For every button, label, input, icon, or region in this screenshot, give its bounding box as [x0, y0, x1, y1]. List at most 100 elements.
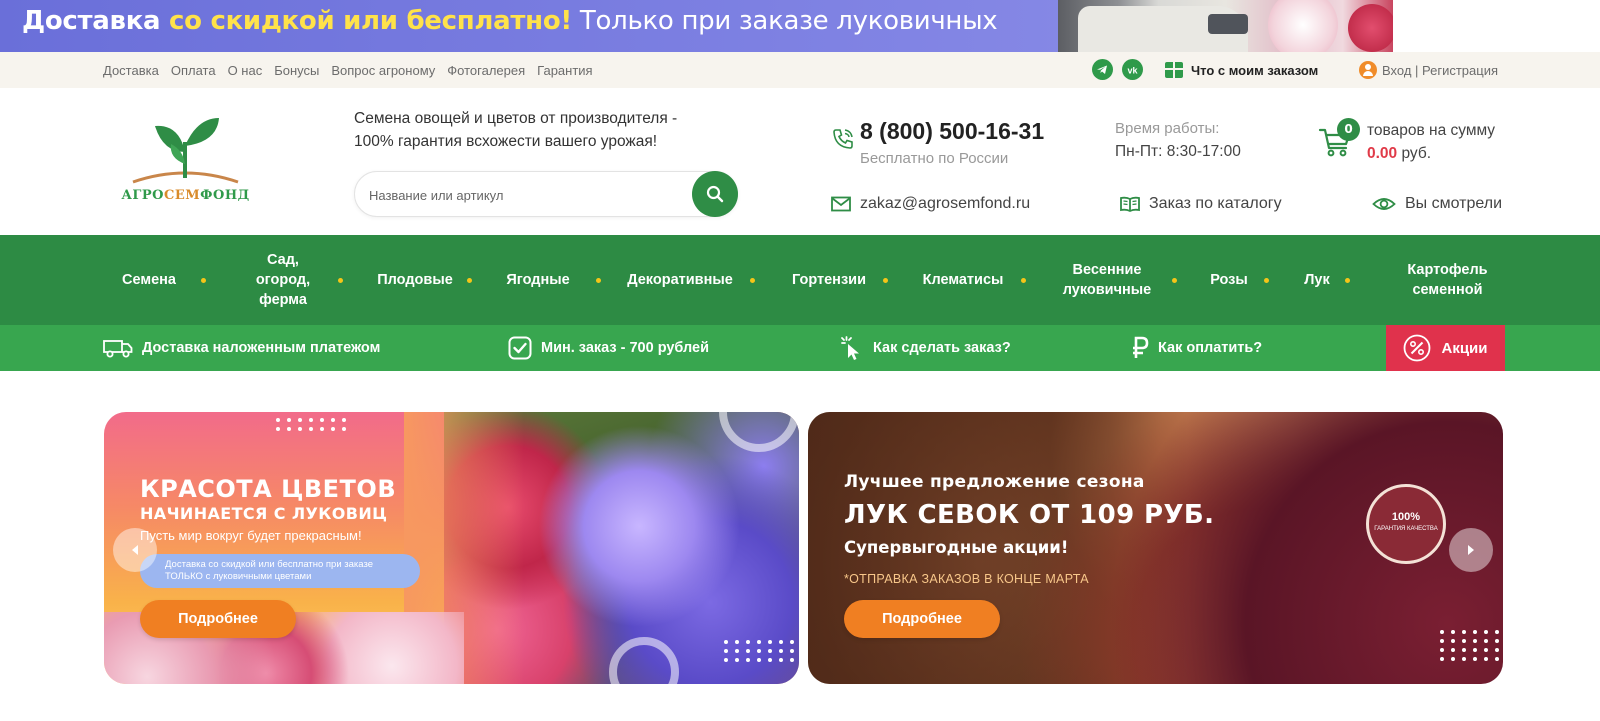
login-link[interactable]: Вход | Регистрация — [1359, 52, 1498, 88]
cart-label[interactable]: товаров на сумму — [1367, 122, 1495, 140]
top-link-payment[interactable]: Оплата — [171, 63, 216, 78]
cart-sum[interactable]: 0.00 руб. — [1367, 145, 1431, 163]
top-bar: Доставка Оплата О нас Бонусы Вопрос агро… — [0, 52, 1600, 88]
nav-dot — [883, 278, 888, 283]
badge-text: ГАРАНТИЯ КАЧЕСТВА — [1374, 526, 1438, 532]
promotions-label: Акции — [1441, 339, 1488, 357]
promo-highlight: со скидкой или бесплатно! — [169, 6, 572, 36]
vk-icon[interactable]: vk — [1122, 59, 1143, 80]
how-to-order-link[interactable]: Как сделать заказ? — [838, 325, 1011, 371]
banner-flowers[interactable]: КРАСОТА ЦВЕТОВ НАЧИНАЕТСЯ С ЛУКОВИЦ Пуст… — [104, 412, 799, 684]
more-button[interactable]: Подробнее — [844, 600, 1000, 638]
nav-item-hydrangeas[interactable]: Гортензии — [783, 235, 875, 325]
tagline-line1: Семена овощей и цветов от производителя … — [354, 110, 678, 127]
sprout-icon — [132, 118, 239, 184]
top-links: Доставка Оплата О нас Бонусы Вопрос агро… — [103, 52, 593, 88]
delivery-label: Доставка наложенным платежом — [142, 340, 381, 356]
nav-dot — [1264, 278, 1269, 283]
hours-value: Пн-Пт: 8:30-17:00 — [1115, 143, 1241, 160]
top-link-guarantee[interactable]: Гарантия — [537, 63, 592, 78]
login-label: Вход | Регистрация — [1382, 62, 1499, 78]
cart-count-badge: 0 — [1337, 118, 1360, 141]
nav-dot — [1021, 278, 1026, 283]
logo-part2: СЕМ — [164, 188, 201, 203]
order-status-link[interactable]: Что с моим заказом — [1165, 52, 1318, 88]
decor-dots — [724, 640, 796, 662]
catalog-order-link[interactable]: Заказ по каталогу — [1120, 192, 1282, 216]
promo-part2: Только при заказе луковичных — [571, 6, 998, 36]
email-link[interactable]: zakaz@agrosemfond.ru — [831, 192, 1030, 216]
arrow-right-icon — [1468, 545, 1474, 555]
delivery-info[interactable]: Доставка наложенным платежом — [103, 325, 380, 371]
promo-part1: Доставка — [22, 6, 170, 36]
top-link-bonuses[interactable]: Бонусы — [274, 63, 319, 78]
cursor-click-icon — [841, 336, 859, 360]
nav-dot — [596, 278, 601, 283]
search-box — [354, 171, 738, 217]
search-input[interactable] — [369, 184, 669, 206]
top-link-delivery[interactable]: Доставка — [103, 63, 159, 78]
nav-item-garden[interactable]: Сад, огород, ферма — [243, 235, 323, 325]
search-icon — [706, 185, 724, 203]
top-link-about[interactable]: О нас — [228, 63, 263, 78]
viewed-label: Вы смотрели — [1405, 195, 1503, 212]
nav-item-berries[interactable]: Ягодные — [498, 235, 578, 325]
pill-line1: Доставка со скидкой или бесплатно при за… — [165, 559, 373, 570]
nav-item-clematis[interactable]: Клематисы — [913, 235, 1013, 325]
more-button[interactable]: Подробнее — [140, 600, 296, 638]
telegram-icon[interactable] — [1092, 59, 1113, 80]
promo-photo — [1058, 0, 1393, 52]
nav-dot — [1345, 278, 1350, 283]
viewed-link[interactable]: Вы смотрели — [1372, 192, 1502, 216]
truck-icon — [103, 340, 133, 358]
book-icon — [1120, 196, 1140, 212]
min-order-label: Мин. заказ - 700 рублей — [541, 340, 710, 356]
badge-percent: 100% — [1391, 511, 1421, 523]
slider-next-button[interactable] — [1449, 528, 1493, 572]
hours-label: Время работы: — [1115, 120, 1220, 137]
nav-item-seeds[interactable]: Семена — [113, 235, 185, 325]
catalog-order-label: Заказ по каталогу — [1149, 195, 1282, 212]
user-icon — [1359, 61, 1377, 79]
arrow-left-icon — [132, 545, 138, 555]
slider-prev-button[interactable] — [113, 528, 157, 572]
nav-item-decorative[interactable]: Декоративные — [621, 235, 739, 325]
banner-desc: Пусть мир вокруг будет прекрасным! — [140, 528, 362, 543]
nav-dot — [338, 278, 343, 283]
top-link-agronomist[interactable]: Вопрос агроному — [331, 63, 435, 78]
how-to-order-label: Как сделать заказ? — [873, 340, 1011, 356]
pill-line2: ТОЛЬКО с луковичными цветами — [165, 571, 312, 582]
banner-note: *ОТПРАВКА ЗАКАЗОВ В КОНЦЕ МАРТА — [844, 572, 1089, 586]
nav-dot — [750, 278, 755, 283]
banner-title: КРАСОТА ЦВЕТОВ — [140, 475, 397, 503]
mail-icon — [831, 196, 851, 212]
promo-banner[interactable]: Доставка со скидкой или бесплатно! Тольк… — [0, 0, 1393, 52]
logo-text: АГРОСЕМФОНД — [113, 188, 258, 203]
main-nav: Семена Сад, огород, ферма Плодовые Ягодн… — [0, 235, 1600, 325]
nav-item-onion[interactable]: Лук — [1290, 235, 1344, 325]
banner-pill: Доставка со скидкой или бесплатно при за… — [140, 554, 420, 588]
phone-number[interactable]: 8 (800) 500-16-31 — [860, 118, 1044, 145]
nav-item-spring-bulbs[interactable]: Весенние луковичные — [1050, 235, 1164, 325]
logo-part1: АГРО — [121, 188, 164, 203]
banner-line1: Лучшее предложение сезона — [844, 472, 1145, 492]
tagline-line2: 100% гарантия всхожести вашего урожая! — [354, 133, 658, 150]
how-to-pay-link[interactable]: Как оплатить? — [1131, 325, 1262, 371]
promo-text: Доставка со скидкой или бесплатно! Тольк… — [22, 6, 998, 36]
nav-item-roses[interactable]: Розы — [1199, 235, 1259, 325]
nav-item-potato[interactable]: Картофель семенной — [1390, 235, 1505, 325]
banner-onion[interactable]: Лучшее предложение сезона ЛУК СЕВОК ОТ 1… — [808, 412, 1503, 684]
nav-dot — [201, 278, 206, 283]
top-link-gallery[interactable]: Фотогалерея — [447, 63, 525, 78]
promotions-button[interactable]: Акции — [1386, 325, 1505, 371]
checkbox-icon — [508, 336, 532, 360]
cart-sum-value: 0.00 — [1367, 145, 1398, 162]
min-order-info[interactable]: Мин. заказ - 700 рублей — [508, 325, 709, 371]
search-button[interactable] — [692, 171, 738, 217]
percent-icon — [1404, 334, 1431, 362]
banner-line3: Супервыгодные акции! — [844, 538, 1069, 557]
logo[interactable]: АГРОСЕМФОНД — [113, 112, 258, 212]
quality-badge: 100% ГАРАНТИЯ КАЧЕСТВА — [1366, 484, 1446, 564]
banner-headline: ЛУК СЕВОК ОТ 109 РУБ. — [844, 500, 1215, 530]
nav-item-fruit[interactable]: Плодовые — [370, 235, 460, 325]
